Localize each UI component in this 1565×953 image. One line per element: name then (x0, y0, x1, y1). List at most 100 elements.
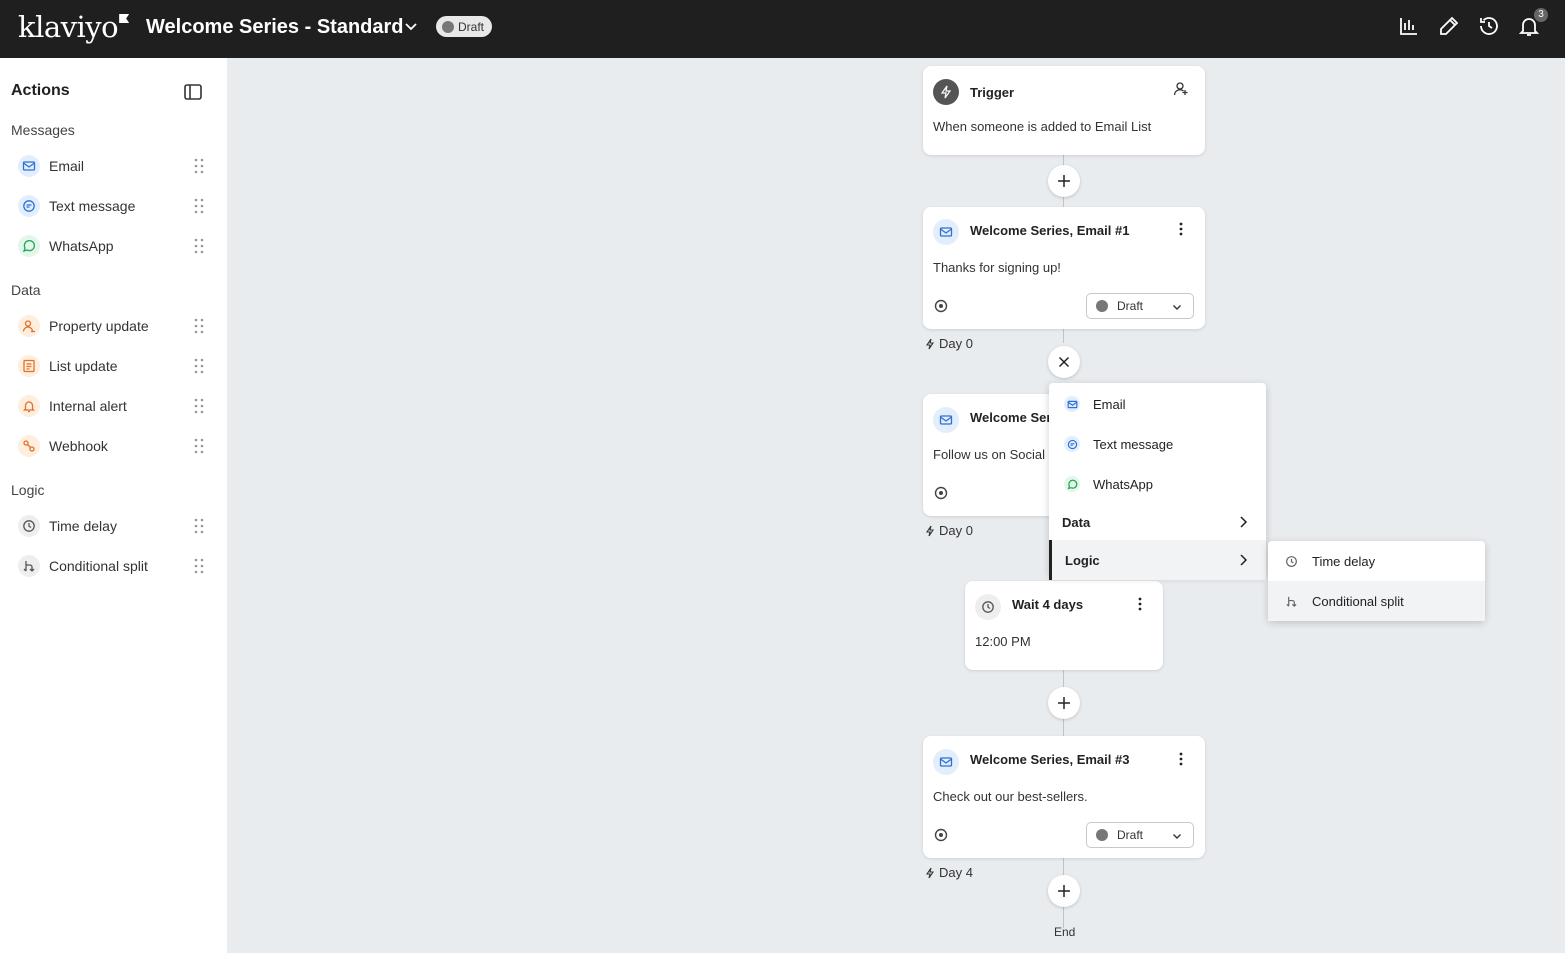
section-label-logic: Logic (11, 482, 45, 498)
sidebar-item-list-update[interactable]: List update (11, 350, 216, 382)
email-2-day-label: Day 0 (924, 523, 973, 538)
smart-sending-icon (934, 486, 948, 500)
clock-icon (18, 515, 40, 537)
add-step-button[interactable] (1048, 687, 1080, 719)
menu-item-whatsapp[interactable]: WhatsApp (1049, 464, 1266, 504)
email-1-status-select[interactable]: Draft (1086, 293, 1194, 319)
drag-handle-icon[interactable] (193, 518, 205, 534)
wait-card[interactable]: Wait 4 days 12:00 PM (965, 581, 1163, 670)
email-1-title: Welcome Series, Email #1 (970, 223, 1130, 238)
split-icon (1283, 593, 1299, 609)
plus-icon (1058, 175, 1070, 187)
sidebar-title: Actions (11, 82, 70, 99)
sidebar-item-whatsapp[interactable]: WhatsApp (11, 230, 216, 262)
trigger-card[interactable]: Trigger When someone is added to Email L… (923, 66, 1205, 155)
smart-sending-icon (934, 299, 948, 313)
drag-handle-icon[interactable] (193, 438, 205, 454)
klaviyo-logo[interactable]: klaviyo (18, 10, 130, 44)
sidebar-item-webhook[interactable]: Webhook (11, 430, 216, 462)
sidebar-item-property-update[interactable]: Property update (11, 310, 216, 342)
history-icon[interactable] (1477, 14, 1501, 38)
email-2-title: Welcome Ser (970, 410, 1052, 425)
logic-submenu: Time delay Conditional split (1268, 541, 1485, 621)
drag-handle-icon[interactable] (193, 198, 205, 214)
more-options-icon[interactable] (1173, 751, 1189, 767)
submenu-item-time-delay[interactable]: Time delay (1268, 541, 1485, 581)
split-icon (18, 555, 40, 577)
draft-status-icon (1096, 300, 1108, 312)
sidebar-item-label: List update (49, 358, 118, 374)
add-step-button[interactable] (1048, 165, 1080, 197)
wait-title: Wait 4 days (1012, 597, 1084, 612)
sidebar-item-time-delay[interactable]: Time delay (11, 510, 216, 542)
sidebar-item-conditional-split[interactable]: Conditional split (11, 550, 216, 582)
sidebar-item-text-message[interactable]: Text message (11, 190, 216, 222)
sidebar-item-internal-alert[interactable]: Internal alert (11, 390, 216, 422)
email-2-body: Follow us on Social (933, 447, 1045, 462)
top-bar: klaviyo Welcome Series - Standard Draft … (0, 0, 1565, 58)
chevron-down-icon[interactable] (402, 17, 420, 35)
email-1-card[interactable]: Welcome Series, Email #1 Thanks for sign… (923, 207, 1205, 329)
webhook-icon (18, 435, 40, 457)
trigger-description: When someone is added to Email List (933, 119, 1152, 134)
more-options-icon[interactable] (1132, 596, 1148, 612)
panel-toggle-icon[interactable] (183, 82, 203, 102)
add-profile-icon[interactable] (1173, 81, 1189, 97)
mail-icon (933, 219, 959, 245)
menu-item-text-message[interactable]: Text message (1049, 424, 1266, 464)
trigger-title: Trigger (970, 85, 1015, 100)
chevron-right-icon (1240, 516, 1248, 528)
menu-item-data[interactable]: Data (1049, 502, 1266, 542)
lightning-icon (925, 338, 935, 349)
email-1-day-label: Day 0 (924, 336, 973, 351)
whatsapp-icon (1064, 476, 1080, 492)
close-add-menu-button[interactable] (1048, 346, 1080, 378)
sidebar-item-label: WhatsApp (49, 238, 114, 254)
list-icon (18, 355, 40, 377)
draft-status-icon (1096, 829, 1108, 841)
section-label-data: Data (11, 282, 41, 298)
connector-line (1063, 329, 1064, 343)
flow-title[interactable]: Welcome Series - Standard (146, 16, 404, 39)
plus-icon (1058, 697, 1070, 709)
email-1-body: Thanks for signing up! (933, 260, 1061, 275)
draft-status-icon (442, 20, 454, 33)
more-options-icon[interactable] (1173, 221, 1189, 237)
drag-handle-icon[interactable] (193, 558, 205, 574)
drag-handle-icon[interactable] (193, 398, 205, 414)
sidebar-item-label: Internal alert (49, 398, 127, 414)
email-3-card[interactable]: Welcome Series, Email #3 Check out our b… (923, 736, 1205, 858)
actions-sidebar: Actions Messages Data Logic Email Text m… (0, 58, 227, 953)
notification-count-badge: 3 (1534, 8, 1548, 22)
menu-item-logic[interactable]: Logic (1049, 540, 1266, 580)
sidebar-item-email[interactable]: Email (11, 150, 216, 182)
submenu-item-conditional-split[interactable]: Conditional split (1268, 581, 1485, 621)
chevron-down-icon (1173, 834, 1181, 839)
sidebar-item-label: Text message (49, 198, 136, 214)
sidebar-item-label: Email (49, 158, 85, 174)
add-step-button[interactable] (1048, 875, 1080, 907)
mail-icon (933, 749, 959, 775)
chat-icon (18, 195, 40, 217)
email-3-status-select[interactable]: Draft (1086, 822, 1194, 848)
drag-handle-icon[interactable] (193, 158, 205, 174)
chevron-down-icon (1173, 305, 1181, 310)
logo-flag-icon (119, 14, 130, 23)
drag-handle-icon[interactable] (193, 358, 205, 374)
drag-handle-icon[interactable] (193, 238, 205, 254)
notifications-button[interactable]: 3 (1517, 8, 1548, 38)
add-step-menu: Email Text message WhatsApp Data Logic (1049, 383, 1266, 580)
drag-handle-icon[interactable] (193, 318, 205, 334)
sidebar-item-label: Conditional split (49, 558, 148, 574)
clock-icon (1283, 553, 1299, 569)
email-3-title: Welcome Series, Email #3 (970, 752, 1130, 767)
email-3-day-label: Day 4 (924, 865, 973, 880)
flow-canvas[interactable]: Trigger When someone is added to Email L… (227, 58, 1565, 953)
analytics-icon[interactable] (1397, 14, 1421, 38)
menu-item-email[interactable]: Email (1049, 384, 1266, 424)
section-label-messages: Messages (11, 122, 75, 138)
flow-end-label: End (1054, 925, 1076, 939)
sidebar-item-label: Webhook (49, 438, 108, 454)
close-icon (1058, 356, 1070, 368)
pencil-icon[interactable] (1437, 14, 1461, 38)
